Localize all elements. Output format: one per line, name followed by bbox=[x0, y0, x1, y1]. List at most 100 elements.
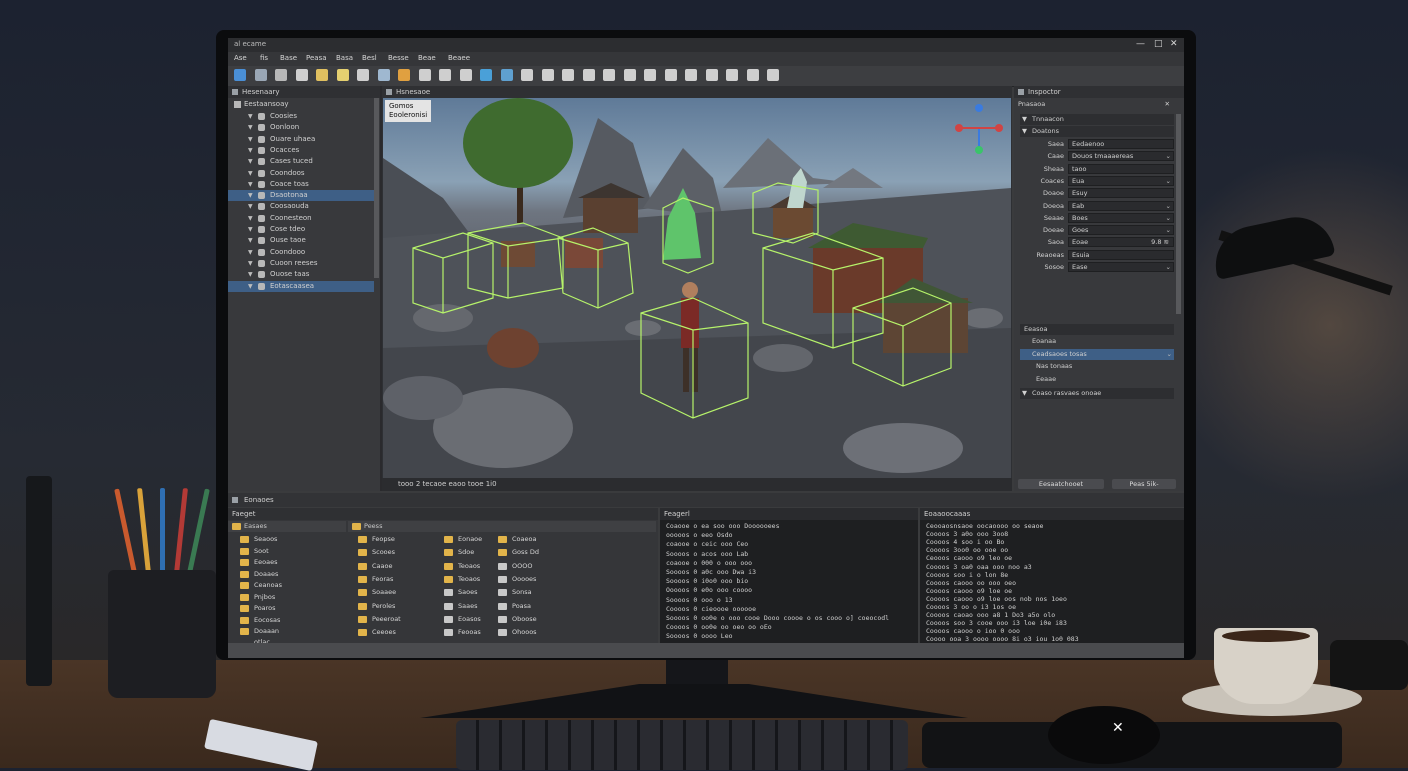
hierarchy-item[interactable]: ▼ Ocacces bbox=[228, 145, 374, 156]
inspector-section-3[interactable]: Eeasoa bbox=[1020, 324, 1174, 335]
asset-item[interactable]: Feopse bbox=[358, 534, 442, 545]
inspector-sub-item[interactable]: Ceadsaoes tosas ⌄ bbox=[1020, 348, 1174, 360]
tree-header[interactable]: Easaes bbox=[228, 521, 346, 532]
refresh-icon[interactable] bbox=[746, 69, 759, 81]
save-icon[interactable] bbox=[254, 69, 267, 81]
hierarchy-item[interactable]: ▼ Coonesteon bbox=[228, 213, 374, 224]
asset-item[interactable]: Ooooes bbox=[498, 574, 582, 585]
expand-arrow-icon[interactable]: ▼ bbox=[248, 213, 253, 224]
property-field[interactable]: taoo bbox=[1068, 163, 1174, 174]
property-field[interactable]: Esuia bbox=[1068, 249, 1174, 260]
property-field[interactable]: Ease ⌄ bbox=[1068, 262, 1174, 272]
asset-item[interactable]: Soaaee bbox=[358, 587, 442, 598]
asset-item[interactable]: Poasa bbox=[498, 601, 582, 612]
package-icon[interactable] bbox=[726, 69, 738, 81]
property-field[interactable]: Boes ⌄ bbox=[1068, 212, 1174, 223]
expand-arrow-icon[interactable]: ▼ bbox=[248, 269, 253, 280]
shape-icon[interactable] bbox=[500, 69, 513, 81]
pencil-icon[interactable] bbox=[398, 69, 410, 81]
hierarchy-root[interactable]: Eestaansoay bbox=[228, 99, 374, 110]
cube-icon[interactable] bbox=[295, 69, 308, 81]
inspector-button-2[interactable]: Peas 5ik- bbox=[1112, 479, 1176, 489]
asset-item[interactable]: Peroles bbox=[358, 601, 442, 612]
orientation-gizmo[interactable] bbox=[955, 104, 1003, 154]
expand-arrow-icon[interactable]: ▼ bbox=[248, 258, 253, 269]
sphere-icon[interactable] bbox=[377, 69, 390, 81]
chat-icon[interactable] bbox=[603, 69, 615, 81]
menu-item[interactable]: fis bbox=[260, 54, 268, 62]
asset-item[interactable]: Feoras bbox=[358, 574, 442, 585]
menu-item[interactable]: Base bbox=[280, 54, 297, 62]
menu-item[interactable]: Beae bbox=[418, 54, 436, 62]
asset-item[interactable]: Peeeroat bbox=[358, 614, 442, 625]
hierarchy-item[interactable]: ▼ Coosies bbox=[228, 111, 374, 122]
image-icon[interactable] bbox=[541, 69, 554, 81]
graph-icon[interactable] bbox=[562, 69, 574, 81]
asset-item[interactable]: Oboose bbox=[498, 614, 582, 625]
inspector-section-2[interactable]: ▼ Doatons bbox=[1020, 126, 1174, 137]
hierarchy-item[interactable]: ▼ Coondoos bbox=[228, 168, 374, 179]
play-icon[interactable] bbox=[234, 69, 246, 81]
menu-item[interactable]: Besse bbox=[388, 54, 409, 62]
hierarchy-item[interactable]: ▼ Cases tuced bbox=[228, 156, 374, 167]
inspector-section-transform[interactable]: ▼ Tnnaacon bbox=[1020, 114, 1174, 125]
menu-item[interactable]: Beaee bbox=[448, 54, 470, 62]
expand-arrow-icon[interactable]: ▼ bbox=[248, 145, 253, 156]
inspector-section-4[interactable]: ▼ Coaso rasvaes onoae bbox=[1020, 388, 1174, 399]
expand-arrow-icon[interactable]: ▼ bbox=[248, 247, 253, 258]
hierarchy-item[interactable]: ▼ Coace toas bbox=[228, 179, 374, 190]
asset-item[interactable]: Goss Dd bbox=[498, 547, 582, 558]
minimize-button[interactable]: — bbox=[1136, 39, 1145, 49]
inspector-sub-item[interactable]: Eeaae bbox=[1020, 374, 1174, 385]
inspector-button-1[interactable]: Eesaatchooet bbox=[1018, 479, 1104, 489]
maximize-button[interactable]: □ bbox=[1154, 39, 1163, 49]
image-icon-2[interactable] bbox=[767, 69, 779, 81]
expand-arrow-icon[interactable]: ▼ bbox=[248, 201, 253, 212]
hierarchy-item[interactable]: ▼ Cose tdeo bbox=[228, 224, 374, 235]
expand-arrow-icon[interactable]: ▼ bbox=[248, 235, 253, 246]
menu-item[interactable]: Ase bbox=[234, 54, 247, 62]
gear-icon[interactable] bbox=[357, 69, 369, 81]
expand-arrow-icon[interactable]: ▼ bbox=[248, 224, 253, 235]
expand-arrow-icon[interactable]: ▼ bbox=[248, 122, 253, 133]
paint-bucket-icon[interactable] bbox=[521, 69, 533, 81]
close-icon[interactable]: ✕ bbox=[1165, 99, 1170, 110]
asset-item[interactable]: Ceeoes bbox=[358, 627, 442, 638]
hierarchy-item[interactable]: ▼ Coosaouda bbox=[228, 201, 374, 212]
property-field[interactable]: Eua ⌄ bbox=[1068, 175, 1174, 186]
target-icon[interactable] bbox=[623, 69, 636, 81]
hierarchy-item[interactable]: ▼ Cuoon reeses bbox=[228, 258, 374, 269]
expand-arrow-icon[interactable]: ▼ bbox=[248, 179, 253, 190]
hierarchy-scrollbar[interactable] bbox=[374, 98, 379, 278]
wrench-icon[interactable] bbox=[685, 69, 697, 81]
layers-icon[interactable] bbox=[275, 69, 287, 81]
property-field[interactable]: Esuy bbox=[1068, 188, 1174, 199]
inspector-scrollbar[interactable] bbox=[1176, 114, 1181, 314]
property-field[interactable]: Douos tmaaaereas ⌄ bbox=[1068, 151, 1174, 162]
asset-item[interactable]: Scooes bbox=[358, 547, 442, 558]
camera-icon[interactable] bbox=[644, 69, 656, 81]
hierarchy-item[interactable]: ▼ Ouare uhaea bbox=[228, 134, 374, 145]
asset-item[interactable]: Caaoe bbox=[358, 561, 442, 572]
hierarchy-item[interactable]: ▼ Ouse taoe bbox=[228, 235, 374, 246]
brush-icon[interactable] bbox=[316, 69, 328, 81]
hierarchy-item[interactable]: ▼ Oonloon bbox=[228, 122, 374, 133]
link-icon[interactable] bbox=[459, 69, 472, 81]
book-icon[interactable] bbox=[582, 69, 595, 81]
property-field[interactable]: Eedaenoo bbox=[1068, 139, 1174, 149]
expand-arrow-icon[interactable]: ▼ bbox=[248, 156, 253, 167]
property-field[interactable]: Eoae 9.8 ≋ bbox=[1068, 237, 1174, 248]
scene-viewport[interactable]: Gomos Eooleronisi bbox=[383, 98, 1011, 478]
expand-arrow-icon[interactable]: ▼ bbox=[248, 111, 253, 122]
gizmo-label[interactable]: Gomos Eooleronisi bbox=[385, 100, 432, 122]
hierarchy-item[interactable]: ▼ Eotascaasea bbox=[228, 280, 374, 292]
expand-arrow-icon[interactable]: ▼ bbox=[248, 134, 253, 145]
asset-item[interactable]: Ohooos bbox=[498, 627, 582, 638]
inspector-sub-item[interactable]: Nas tonaas bbox=[1020, 361, 1174, 372]
menu-item[interactable]: Besl bbox=[362, 54, 377, 62]
property-field[interactable]: Goes ⌄ bbox=[1068, 225, 1174, 236]
asset-item[interactable]: Coaeoa bbox=[498, 534, 582, 545]
close-button[interactable]: ✕ bbox=[1170, 39, 1178, 49]
expand-arrow-icon[interactable]: ▼ bbox=[248, 168, 253, 179]
save-disk-icon[interactable] bbox=[705, 69, 718, 81]
